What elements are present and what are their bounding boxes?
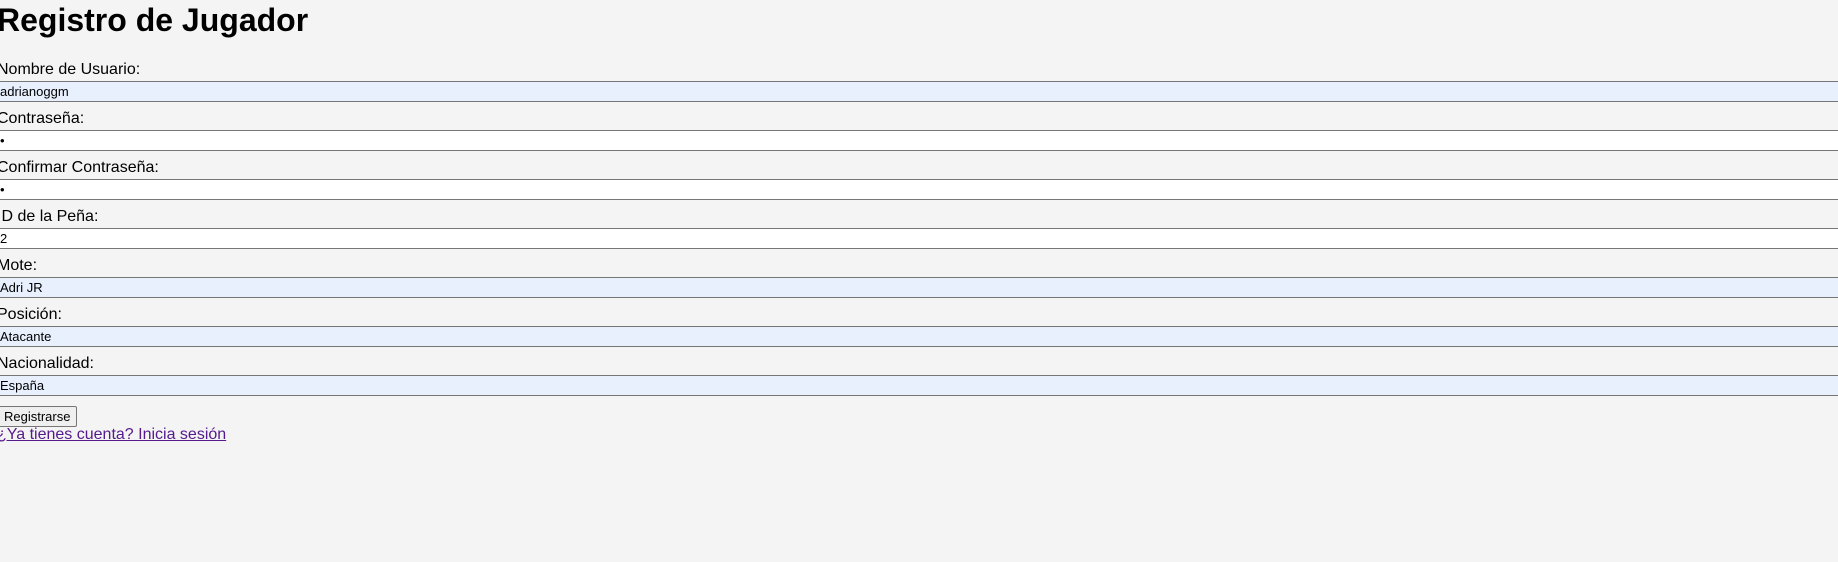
nationality-field-group: Nacionalidad: [0, 354, 1838, 396]
username-field-group: Nombre de Usuario: [0, 60, 1838, 102]
password-input[interactable] [0, 130, 1838, 151]
position-field-group: Posición: [0, 305, 1838, 347]
nickname-input[interactable] [0, 277, 1838, 298]
password-label: Contraseña: [0, 110, 85, 127]
username-label: Nombre de Usuario: [0, 61, 141, 78]
login-link[interactable]: ¿Ya tienes cuenta? Inicia sesión [0, 426, 226, 444]
username-input[interactable] [0, 81, 1838, 102]
password-field-group: Contraseña: [0, 109, 1838, 151]
nickname-label: Mote: [0, 257, 38, 274]
position-input[interactable] [0, 326, 1838, 347]
nationality-label: Nacionalidad: [0, 355, 94, 372]
nationality-input[interactable] [0, 375, 1838, 396]
position-label: Posición: [0, 306, 62, 323]
page-title: Registro de Jugador [0, 2, 309, 38]
confirm-password-field-group: Confirmar Contraseña: [0, 158, 1838, 200]
pena-id-field-group: ID de la Peña: [0, 207, 1838, 249]
confirm-password-label: Confirmar Contraseña: [0, 159, 159, 176]
pena-id-label: ID de la Peña: [0, 208, 99, 225]
pena-id-input[interactable] [0, 228, 1838, 249]
confirm-password-input[interactable] [0, 179, 1838, 200]
register-button[interactable]: Registrarse [0, 406, 78, 427]
nickname-field-group: Mote: [0, 256, 1838, 298]
